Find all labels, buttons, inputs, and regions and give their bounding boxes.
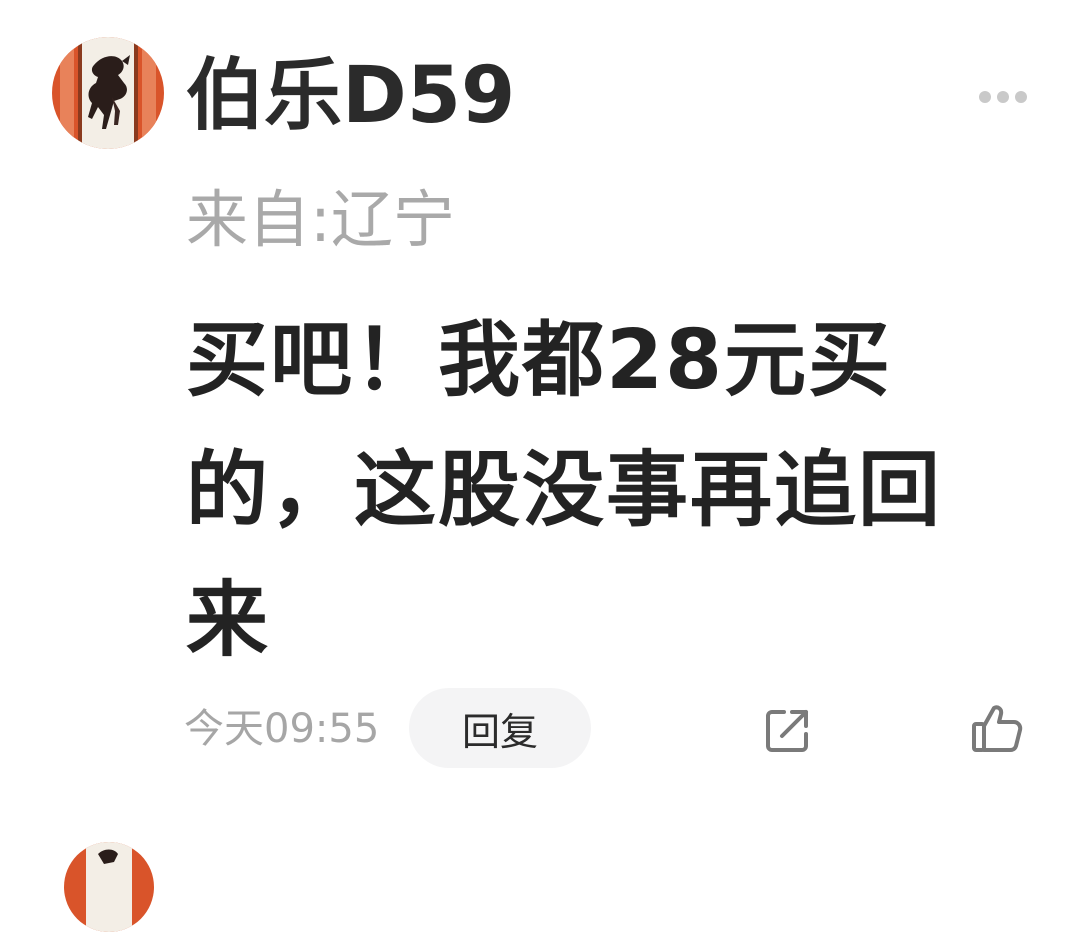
location-label: 来自:辽宁: [186, 183, 455, 256]
thumbs-up-icon: [972, 705, 1023, 752]
timestamp: 今天09:55: [184, 706, 380, 752]
more-dots-icon: [997, 91, 1009, 103]
share-button[interactable]: [760, 702, 816, 758]
horse-painting-icon: [64, 842, 154, 932]
like-button[interactable]: [968, 700, 1026, 758]
more-dots-icon: [979, 91, 991, 103]
more-dots-icon: [1015, 91, 1027, 103]
avatar[interactable]: [52, 37, 164, 149]
comment-text: 买吧！我都28元买的，这股没事再追回来: [186, 313, 943, 668]
next-comment-avatar[interactable]: [64, 842, 154, 932]
horse-painting-icon: [52, 37, 164, 149]
more-options-button[interactable]: [970, 80, 1036, 114]
comment-card: 伯乐D59 来自:辽宁 买吧！我都28元买的，这股没事再追回来 今天09:55 …: [0, 0, 1080, 800]
reply-button[interactable]: 回复: [409, 688, 591, 768]
username[interactable]: 伯乐D59: [186, 46, 515, 146]
share-icon: [766, 710, 808, 752]
